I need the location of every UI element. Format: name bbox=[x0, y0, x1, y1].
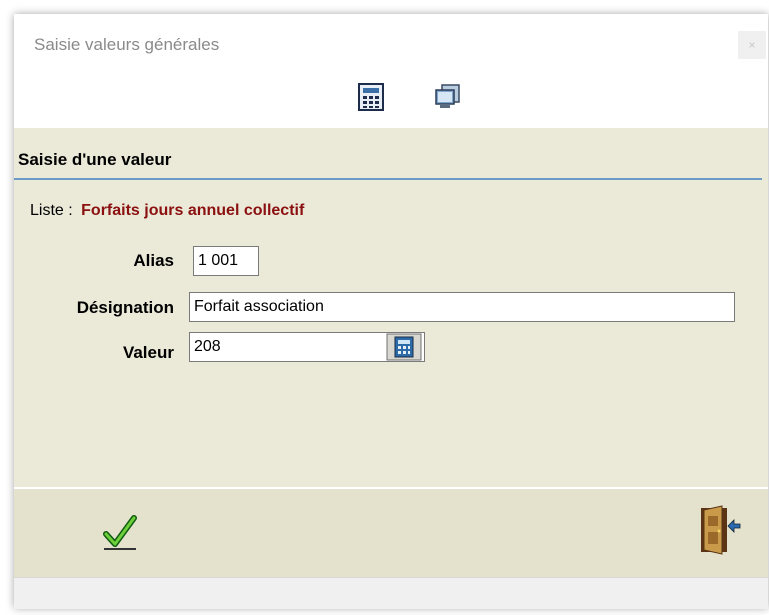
close-button[interactable]: × bbox=[738, 31, 766, 59]
exit-door-icon[interactable] bbox=[698, 502, 742, 558]
list-label: Liste : bbox=[30, 202, 73, 219]
calculator-button[interactable] bbox=[386, 333, 422, 361]
dialog-window: Saisie valeurs générales × Saisie d'une … bbox=[14, 14, 768, 609]
designation-field[interactable]: Forfait association bbox=[189, 292, 735, 322]
form-panel: Saisie d'une valeur Liste : Forfaits jou… bbox=[14, 128, 768, 487]
calculator-icon[interactable] bbox=[356, 82, 386, 112]
alias-label: Alias bbox=[133, 251, 174, 270]
section-header: Saisie d'une valeur bbox=[14, 128, 762, 180]
status-bar bbox=[14, 577, 768, 609]
section-title: Saisie d'une valeur bbox=[18, 150, 172, 169]
valeur-label: Valeur bbox=[122, 343, 174, 362]
list-value: Forfaits jours annuel collectif bbox=[81, 202, 305, 219]
window-title: Saisie valeurs générales bbox=[34, 35, 220, 54]
monitor-icon[interactable] bbox=[432, 82, 462, 112]
list-line: Liste : Forfaits jours annuel collectif bbox=[30, 202, 304, 220]
validate-button[interactable] bbox=[102, 514, 138, 554]
designation-label: Désignation bbox=[76, 298, 174, 317]
alias-field[interactable]: 1 001 bbox=[193, 246, 259, 276]
toolbar bbox=[14, 78, 768, 128]
title-bar: Saisie valeurs générales × bbox=[14, 14, 768, 78]
action-bar bbox=[14, 487, 768, 577]
